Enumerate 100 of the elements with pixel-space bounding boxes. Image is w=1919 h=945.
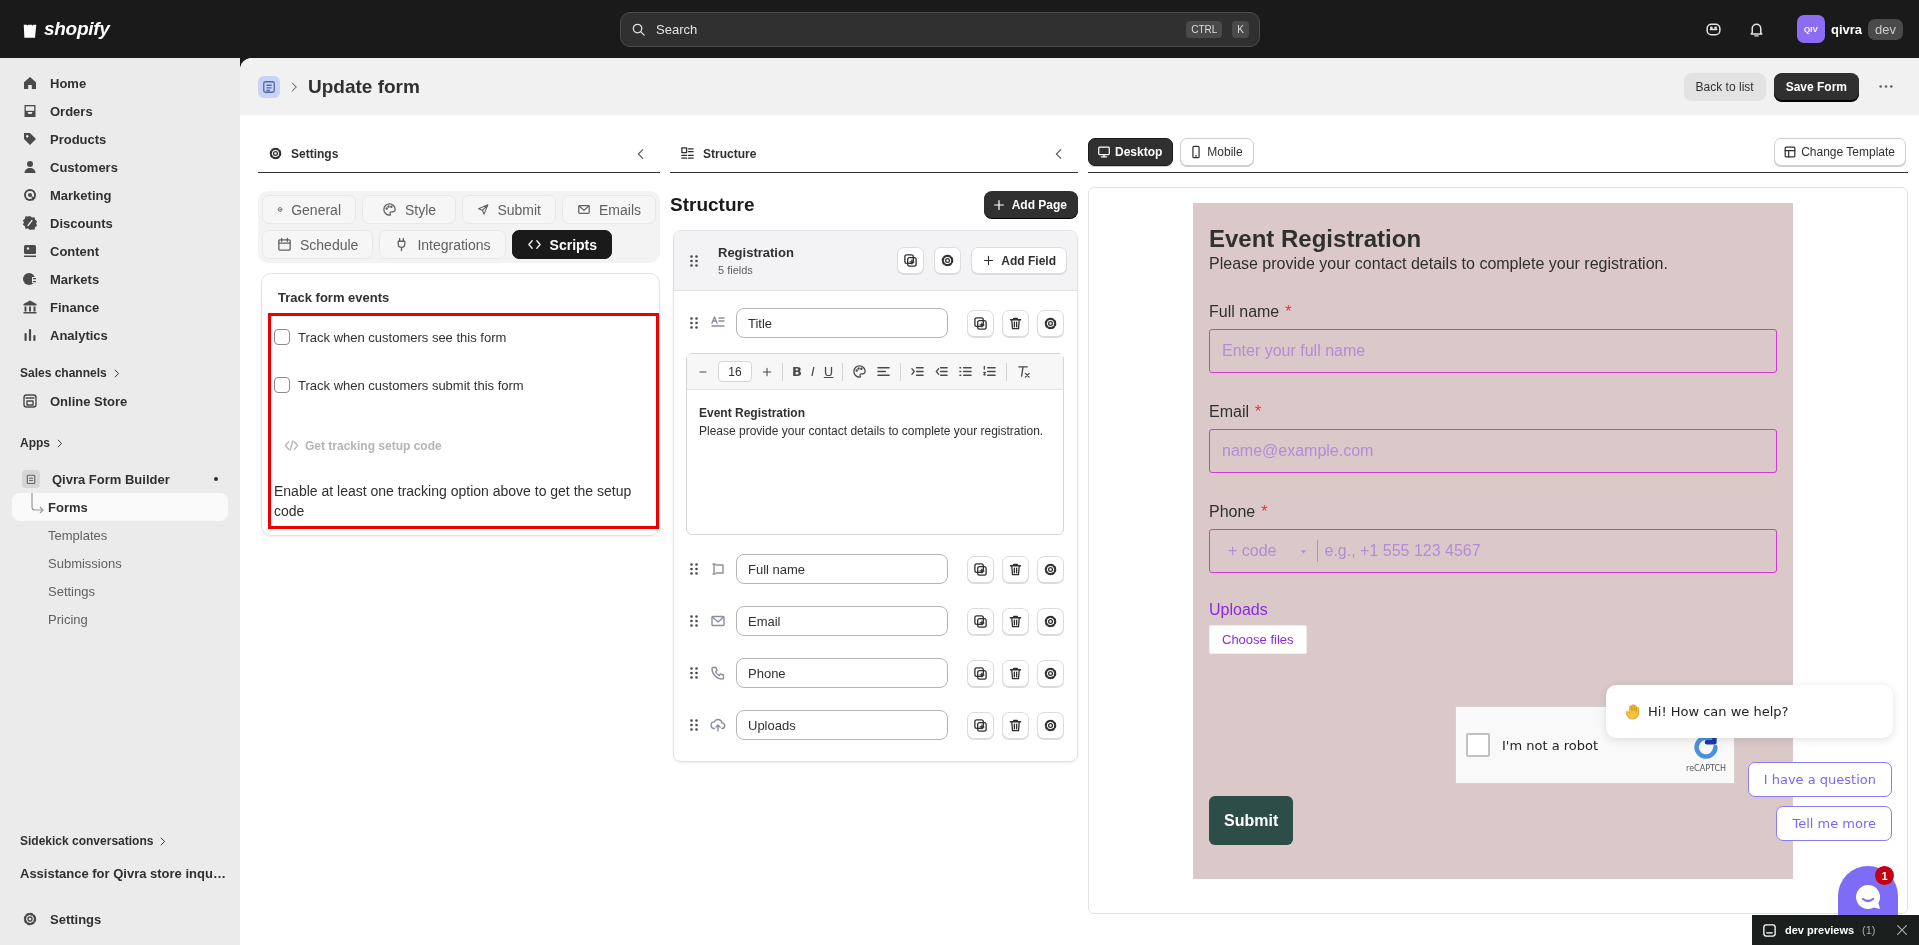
dev-previews-bar[interactable]: dev previews (1) (1752, 915, 1919, 945)
settings-button[interactable] (1037, 309, 1064, 337)
quick-reply-button[interactable]: I have a question (1747, 762, 1892, 797)
align-button[interactable] (876, 364, 892, 379)
settings-tab[interactable]: Integrations (379, 230, 506, 259)
field-label-input[interactable]: Phone (736, 658, 948, 688)
delete-button[interactable] (1002, 607, 1029, 635)
form-icon[interactable] (258, 75, 280, 98)
outdent-button[interactable] (934, 364, 950, 379)
section-link[interactable]: Apps (12, 429, 228, 457)
trash-icon (1008, 717, 1023, 733)
duplicate-button[interactable] (967, 607, 994, 635)
nav-subitem[interactable]: Pricing (12, 605, 228, 633)
copy-icon (973, 665, 988, 681)
device-tab[interactable]: Desktop (1088, 137, 1174, 166)
change-template-button[interactable]: Change Template (1774, 137, 1906, 166)
duplicate-button[interactable] (967, 309, 994, 337)
nav-item[interactable]: Settings (12, 905, 228, 933)
nav-item[interactable]: Orders (12, 97, 228, 125)
delete-button[interactable] (1002, 555, 1029, 583)
conversation-item[interactable]: Assistance for Qivra store inqu… (12, 859, 228, 887)
nav-item[interactable]: Markets (12, 265, 228, 293)
color-button[interactable] (852, 364, 868, 379)
duplicate-button[interactable] (967, 555, 994, 583)
section-link[interactable]: Sidekick conversations (12, 827, 228, 855)
chat-launcher[interactable]: 1 (1838, 866, 1898, 915)
format-button[interactable]: U (823, 364, 834, 379)
submit-button[interactable]: Submit (1209, 796, 1294, 845)
settings-tab[interactable]: Submit (462, 195, 556, 224)
nav-item[interactable]: Finance (12, 293, 228, 321)
duplicate-button[interactable] (897, 247, 925, 274)
field-label-input[interactable]: Full name (736, 554, 948, 584)
nav-item[interactable]: Content (12, 237, 228, 265)
settings-tab[interactable]: Scripts (511, 230, 613, 259)
settings-button[interactable] (934, 247, 962, 274)
increase-size-button[interactable] (761, 365, 773, 378)
nav-item[interactable]: Analytics (12, 321, 228, 349)
checkbox[interactable] (274, 329, 290, 345)
hint-text: Enable at least one tracking option above to get the setup code (274, 482, 633, 521)
indent-button[interactable] (910, 364, 926, 379)
text-input[interactable]: name@example.com (1209, 429, 1777, 473)
checkbox[interactable] (274, 377, 290, 393)
search-input[interactable]: Search (654, 20, 1177, 38)
settings-button[interactable] (1037, 607, 1064, 635)
device-tab[interactable]: Mobile (1180, 137, 1254, 166)
chat-greeting: Hi! How can we help? (1648, 704, 1789, 719)
nav-subitem[interactable]: Settings (12, 577, 228, 605)
shortcut-key: K (1232, 20, 1249, 38)
add-field-button[interactable]: Add Field (971, 247, 1067, 274)
phone-number-input[interactable]: e.g., +1 555 123 4567 (1317, 540, 1764, 562)
checkbox-option[interactable]: Track when customers see this form (274, 322, 507, 352)
shopify-logo-text[interactable]: shopify (44, 18, 110, 40)
bullet-list-button[interactable] (958, 364, 974, 379)
duplicate-button[interactable] (967, 711, 994, 739)
settings-tab[interactable]: Style (362, 195, 456, 224)
checkbox-option[interactable]: Track when customers submit this form (274, 370, 524, 400)
required-mark: * (1261, 503, 1268, 521)
font-size-input[interactable]: 16 (718, 361, 752, 382)
nav-item[interactable]: Products (12, 125, 228, 153)
user-avatar[interactable]: QIV (1796, 15, 1825, 43)
delete-button[interactable] (1002, 309, 1029, 337)
choose-files-button[interactable]: Choose files (1209, 625, 1307, 654)
section-link[interactable]: Sales channels (12, 359, 228, 387)
settings-tab[interactable]: General (262, 195, 356, 224)
close-button[interactable] (1895, 923, 1909, 937)
delete-button[interactable] (1002, 711, 1029, 739)
format-button[interactable]: B (792, 364, 802, 379)
text-editor[interactable]: 16 B I U Event Registration Please provide your contact details to complete your registration. (686, 353, 1064, 535)
store-name[interactable]: qivra (1830, 21, 1863, 37)
nav-item[interactable]: Discounts (12, 209, 228, 237)
text-input[interactable]: Enter your full name (1209, 329, 1777, 373)
delete-button[interactable] (1002, 659, 1029, 687)
field-label-input[interactable]: Title (736, 308, 948, 338)
nav-subitem[interactable]: Templates (12, 521, 228, 549)
nav-subitem[interactable]: Forms (12, 493, 228, 521)
clipboard-icon (22, 470, 40, 488)
nav-item[interactable]: Online Store (12, 387, 228, 415)
nav-subitem[interactable]: Submissions (12, 549, 228, 577)
back-button[interactable]: Back to list (1683, 72, 1766, 101)
search-field[interactable]: Search CTRL K (620, 11, 1260, 47)
quick-reply-button[interactable]: Tell me more (1776, 806, 1892, 841)
field-label-input[interactable]: Uploads (736, 710, 948, 740)
settings-button[interactable] (1037, 555, 1064, 583)
nav-item[interactable]: Home (12, 69, 228, 97)
format-button[interactable]: I (810, 364, 815, 379)
save-button[interactable]: Save Form (1773, 72, 1859, 101)
captcha-checkbox[interactable] (1466, 733, 1490, 757)
settings-tab[interactable]: Schedule (262, 230, 374, 259)
settings-button[interactable] (1037, 659, 1064, 687)
settings-button[interactable] (1037, 711, 1064, 739)
clear-format-button[interactable] (1016, 364, 1032, 379)
settings-tab[interactable]: Emails (562, 195, 656, 224)
field-label-input[interactable]: Email (736, 606, 948, 636)
robot-face-icon (1704, 20, 1722, 38)
nav-item[interactable]: Qivra Form Builder (12, 465, 228, 493)
nav-item[interactable]: Customers (12, 153, 228, 181)
add-page-button[interactable]: Add Page (983, 191, 1078, 218)
duplicate-button[interactable] (967, 659, 994, 687)
numbered-list-button[interactable] (982, 364, 998, 379)
nav-item[interactable]: Marketing (12, 181, 228, 209)
